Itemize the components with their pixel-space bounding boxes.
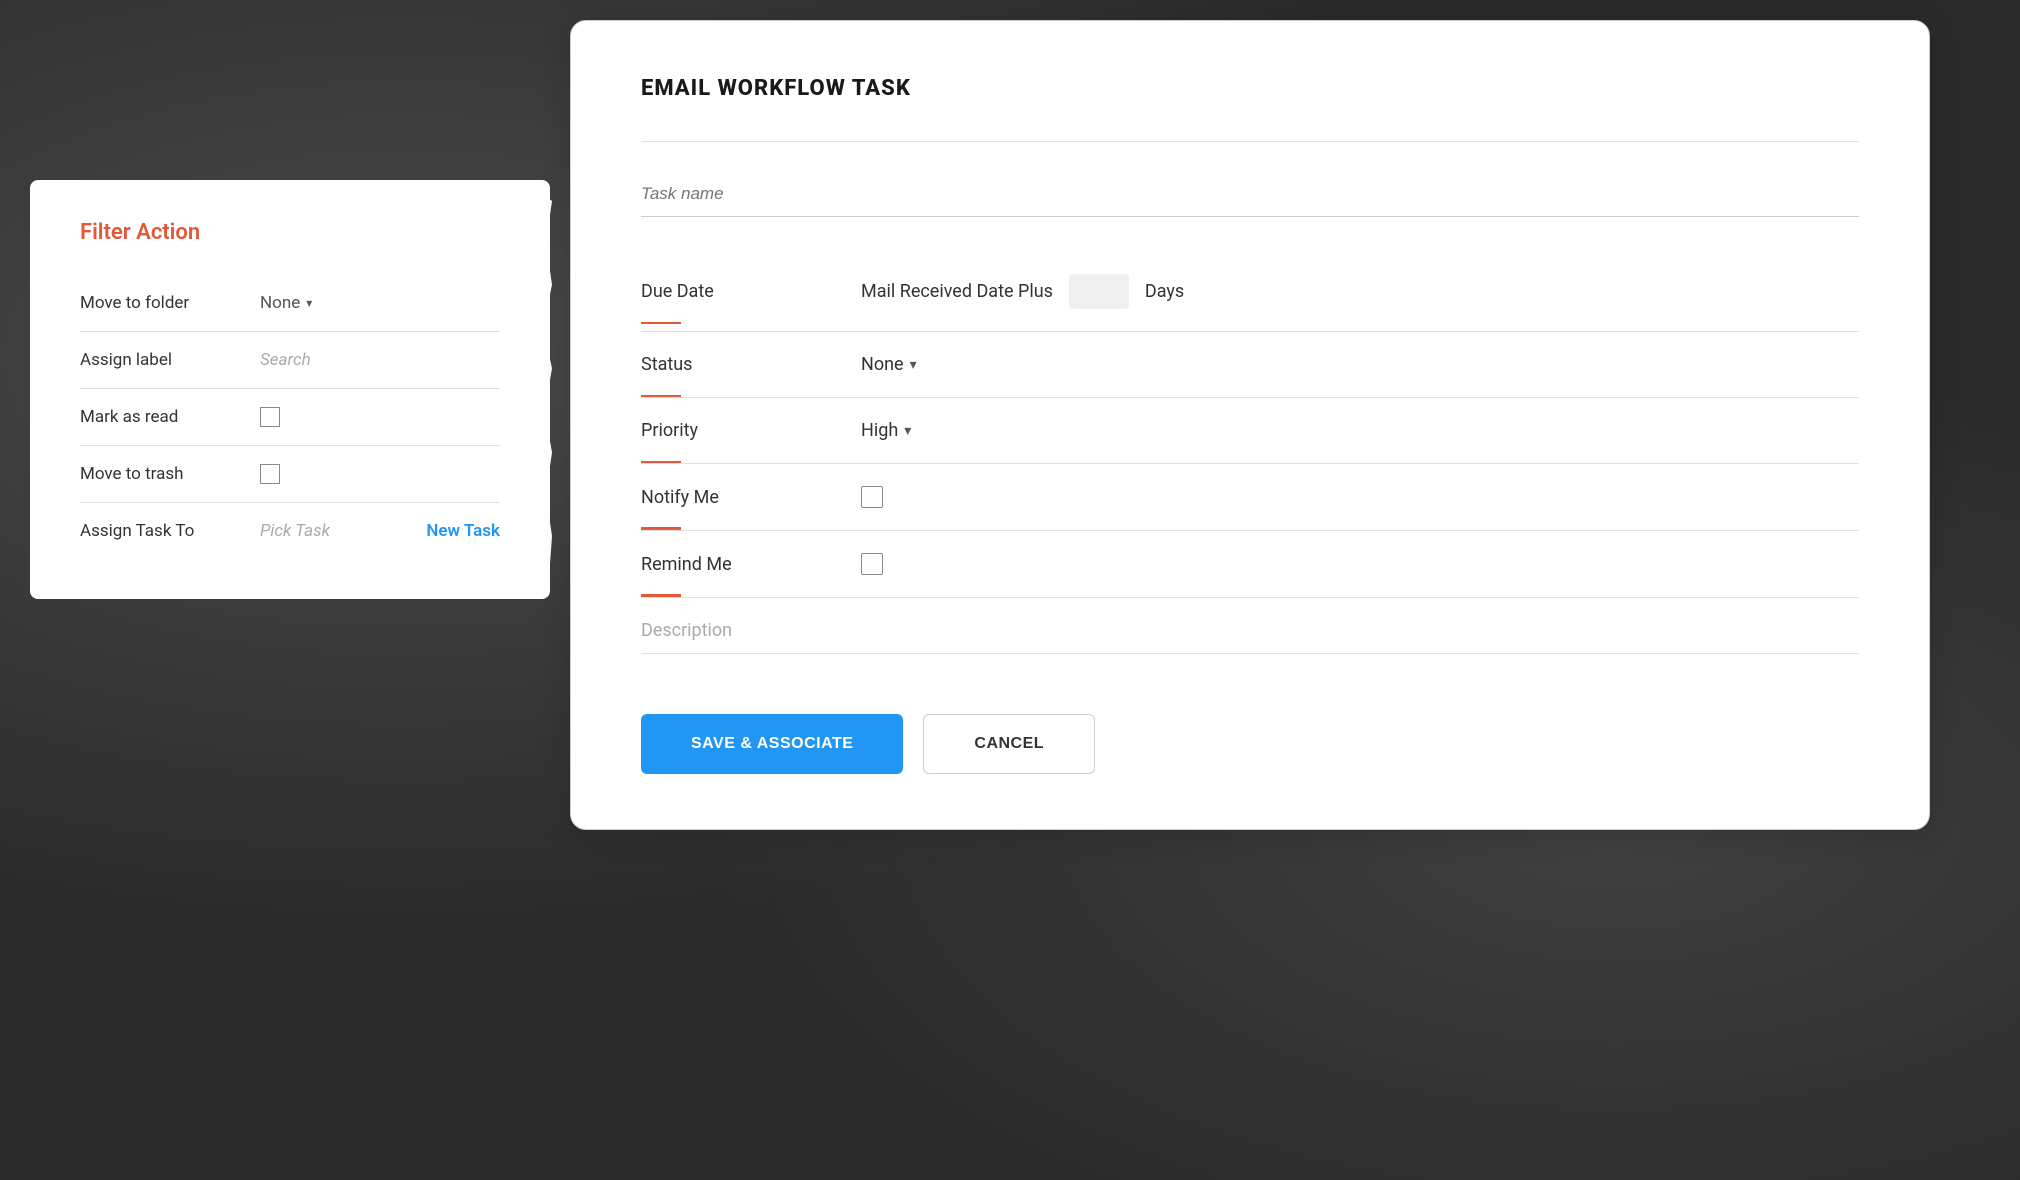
- status-chevron-icon: ▾: [910, 357, 917, 373]
- status-label: Status: [641, 354, 861, 375]
- assign-task-row: Assign Task To Pick Task New Task: [80, 503, 500, 559]
- chevron-down-icon: ▾: [306, 296, 312, 310]
- priority-value-text: High: [861, 420, 898, 441]
- due-date-label: Due Date: [641, 281, 861, 302]
- remind-me-row: Remind Me: [641, 531, 1859, 598]
- notify-me-value: [861, 486, 1859, 508]
- status-row: Status None ▾: [641, 332, 1859, 398]
- move-to-trash-label: Move to trash: [80, 464, 240, 484]
- pick-task-input[interactable]: Pick Task: [260, 521, 406, 541]
- description-label: Description: [641, 620, 1859, 641]
- status-value-text: None: [861, 354, 904, 375]
- description-row: Description: [641, 598, 1859, 694]
- move-to-trash-checkbox[interactable]: [260, 464, 280, 484]
- days-input[interactable]: [1069, 274, 1129, 309]
- mark-as-read-checkbox[interactable]: [260, 407, 280, 427]
- status-value: None ▾: [861, 354, 1859, 375]
- panel-title: EMAIL WORKFLOW TASK: [641, 76, 1859, 101]
- new-task-button[interactable]: New Task: [426, 521, 500, 541]
- move-to-folder-dropdown[interactable]: None ▾: [260, 293, 312, 313]
- priority-dropdown[interactable]: High ▾: [861, 420, 911, 441]
- cancel-button[interactable]: CANCEL: [923, 714, 1095, 774]
- notify-me-checkbox[interactable]: [861, 486, 883, 508]
- email-workflow-panel: EMAIL WORKFLOW TASK Due Date Mail Receiv…: [570, 20, 1930, 830]
- remind-me-checkbox[interactable]: [861, 553, 883, 575]
- filter-action-title: Filter Action: [80, 220, 500, 245]
- filter-action-panel: Filter Action Move to folder None ▾ Assi…: [30, 180, 550, 599]
- assign-label-row: Assign label Search: [80, 332, 500, 389]
- assign-label-label: Assign label: [80, 350, 240, 370]
- remind-me-label: Remind Me: [641, 554, 861, 575]
- notify-me-row: Notify Me: [641, 464, 1859, 531]
- mark-as-read-label: Mark as read: [80, 407, 240, 427]
- priority-label: Priority: [641, 420, 861, 441]
- status-dropdown[interactable]: None ▾: [861, 354, 917, 375]
- notify-me-label: Notify Me: [641, 487, 861, 508]
- mark-as-read-row: Mark as read: [80, 389, 500, 446]
- description-underline: [641, 653, 1859, 654]
- due-date-value: Mail Received Date Plus Days: [861, 274, 1859, 309]
- priority-chevron-icon: ▾: [904, 423, 911, 439]
- due-date-text: Mail Received Date Plus: [861, 281, 1053, 302]
- priority-row: Priority High ▾: [641, 398, 1859, 464]
- days-label: Days: [1145, 281, 1184, 302]
- title-divider: [641, 141, 1859, 142]
- assign-task-label: Assign Task To: [80, 521, 240, 541]
- move-to-folder-row: Move to folder None ▾: [80, 275, 500, 332]
- move-to-folder-label: Move to folder: [80, 293, 240, 313]
- priority-value: High ▾: [861, 420, 1859, 441]
- move-to-folder-value: None: [260, 293, 300, 313]
- task-name-input[interactable]: [641, 172, 1859, 217]
- move-to-trash-row: Move to trash: [80, 446, 500, 503]
- save-associate-button[interactable]: SAVE & ASSOCIATE: [641, 714, 903, 774]
- due-date-row: Due Date Mail Received Date Plus Days: [641, 252, 1859, 332]
- remind-me-value: [861, 553, 1859, 575]
- assign-label-input[interactable]: Search: [260, 350, 311, 370]
- button-row: SAVE & ASSOCIATE CANCEL: [641, 714, 1859, 774]
